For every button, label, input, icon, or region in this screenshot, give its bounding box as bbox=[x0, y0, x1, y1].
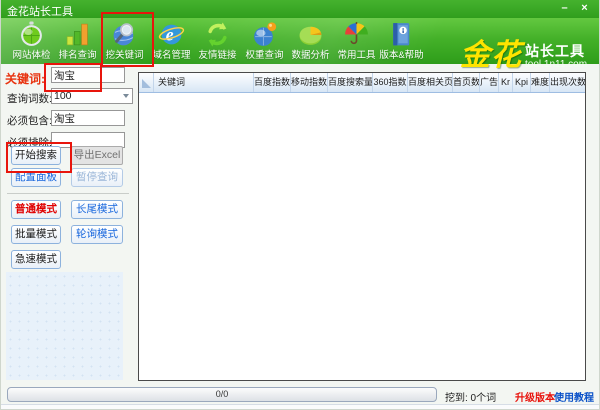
column-baidu-related-pages[interactable]: 百度相关页 bbox=[408, 73, 453, 92]
toolbar-item-keyword-dig[interactable]: 挖关键词 bbox=[102, 19, 147, 63]
toolbar-item-common-tools[interactable]: 常用工具 bbox=[334, 19, 379, 63]
column-mobile-index[interactable]: 移动指数 bbox=[291, 73, 328, 92]
column-360-index[interactable]: 360指数 bbox=[373, 73, 408, 92]
toolbar-label: 挖关键词 bbox=[102, 47, 147, 61]
svg-text:e: e bbox=[166, 25, 174, 45]
minimize-button[interactable]: – bbox=[556, 1, 573, 16]
corner-triangle-icon bbox=[142, 79, 151, 88]
umbrella-icon bbox=[334, 19, 379, 49]
app-window: 金花站长工具 – × 网站体检 排名查询 挖关键词 e 域名管理 bbox=[0, 0, 600, 410]
tutorial-link[interactable]: 使用教程 bbox=[554, 389, 594, 404]
column-kr[interactable]: Kr bbox=[499, 73, 513, 92]
export-excel-button[interactable]: 导出Excel bbox=[71, 146, 123, 165]
mode-normal-button[interactable]: 普通模式 bbox=[11, 200, 61, 219]
chevron-down-icon bbox=[123, 94, 129, 98]
upgrade-link[interactable]: 升级版本 bbox=[515, 389, 555, 404]
logo-suffix-text: 站长工具 bbox=[525, 44, 587, 59]
window-title: 金花站长工具 bbox=[7, 3, 73, 19]
keyword-input[interactable] bbox=[51, 67, 125, 83]
logo-brand-text: 金花 bbox=[460, 41, 522, 71]
column-baidu-index[interactable]: 百度指数 bbox=[254, 73, 291, 92]
column-ads[interactable]: 广告 bbox=[480, 73, 499, 92]
pause-query-button[interactable]: 暂停查询 bbox=[71, 168, 123, 187]
toolbar-label: 数据分析 bbox=[288, 47, 333, 61]
toolbar-label: 网站体检 bbox=[9, 47, 54, 61]
toolbar-item-version-help[interactable]: 版本&帮助 bbox=[379, 19, 424, 63]
column-baidu-search-volume[interactable]: 百度搜索量 bbox=[328, 73, 373, 92]
left-panel-divider bbox=[7, 193, 129, 194]
rank-bars-icon bbox=[55, 19, 100, 49]
progress-bar: 0/0 bbox=[7, 387, 437, 402]
query-count-value: 100 bbox=[54, 90, 72, 102]
toolbar-item-rank-query[interactable]: 排名查询 bbox=[55, 19, 100, 63]
mode-rapid-button[interactable]: 急速模式 bbox=[11, 250, 61, 269]
toolbar-item-website-check[interactable]: 网站体检 bbox=[9, 19, 54, 63]
toolbar-label: 版本&帮助 bbox=[379, 47, 424, 61]
column-homepage-count[interactable]: 首页数 bbox=[453, 73, 480, 92]
keyword-magnifier-icon bbox=[102, 19, 147, 49]
toolbar-item-weight-query[interactable]: 权重查询 bbox=[242, 19, 287, 63]
left-bottom-panel bbox=[6, 272, 123, 380]
close-button[interactable]: × bbox=[576, 1, 593, 16]
logo-site-url: tool.1n11.com bbox=[525, 59, 587, 70]
table-body bbox=[139, 93, 585, 381]
found-count-label: 挖到: 0个词 bbox=[445, 389, 496, 404]
toolbar-label: 权重查询 bbox=[242, 47, 287, 61]
mode-poll-button[interactable]: 轮询模式 bbox=[71, 225, 123, 244]
column-difficulty[interactable]: 难度 bbox=[531, 73, 550, 92]
config-panel-button[interactable]: 配置面板 bbox=[11, 168, 61, 187]
pie-chart-icon bbox=[288, 19, 333, 49]
toolbar-item-domain-manage[interactable]: e 域名管理 bbox=[149, 19, 194, 63]
results-table: 关键词 百度指数 移动指数 百度搜索量 360指数 百度相关页 首页数 广告 K… bbox=[138, 72, 586, 381]
toolbar-item-link-exchange[interactable]: 友情链接 bbox=[195, 19, 240, 63]
keyword-label: 关键词: bbox=[5, 70, 45, 87]
table-corner-cell[interactable] bbox=[139, 73, 154, 92]
table-header-row: 关键词 百度指数 移动指数 百度搜索量 360指数 百度相关页 首页数 广告 K… bbox=[139, 73, 585, 93]
bottom-strip bbox=[1, 404, 599, 410]
toolbar-label: 排名查询 bbox=[55, 47, 100, 61]
include-label: 必须包含: bbox=[7, 113, 52, 128]
column-keyword[interactable]: 关键词 bbox=[154, 73, 254, 92]
weight-globe-icon bbox=[242, 19, 287, 49]
app-logo: 金花 站长工具 tool.1n11.com bbox=[460, 41, 587, 71]
query-count-select[interactable]: 100 bbox=[51, 88, 133, 104]
toolbar-label: 域名管理 bbox=[149, 47, 194, 61]
toolbar-label: 常用工具 bbox=[334, 47, 379, 61]
column-occurrences[interactable]: 出现次数 bbox=[550, 73, 585, 92]
query-count-label: 查询词数: bbox=[7, 91, 52, 106]
mode-batch-button[interactable]: 批量模式 bbox=[11, 225, 61, 244]
toolbar-item-data-analysis[interactable]: 数据分析 bbox=[288, 19, 333, 63]
main-toolbar: 网站体检 排名查询 挖关键词 e 域名管理 友情链接 bbox=[1, 18, 599, 64]
help-book-icon bbox=[379, 19, 424, 49]
include-input[interactable] bbox=[51, 110, 125, 126]
stopwatch-check-icon bbox=[9, 19, 54, 49]
column-kpi[interactable]: Kpi bbox=[513, 73, 531, 92]
title-bar: 金花站长工具 – × bbox=[1, 0, 599, 18]
toolbar-label: 友情链接 bbox=[195, 47, 240, 61]
start-search-button[interactable]: 开始搜索 bbox=[11, 146, 61, 165]
mode-longtail-button[interactable]: 长尾模式 bbox=[71, 200, 123, 219]
ie-browser-icon: e bbox=[149, 19, 194, 49]
link-exchange-icon bbox=[195, 19, 240, 49]
